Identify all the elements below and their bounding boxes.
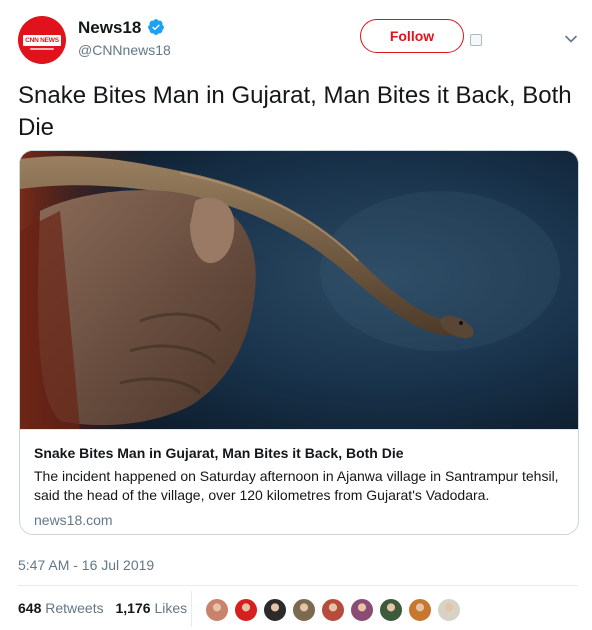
stats-divider: [191, 591, 192, 627]
broken-image-icon: [470, 34, 482, 46]
liker-avatar[interactable]: [349, 597, 375, 623]
likes-count: 1,176: [115, 600, 151, 616]
verified-badge-icon: [148, 19, 164, 35]
liker-avatar[interactable]: [233, 597, 259, 623]
liker-avatar[interactable]: [407, 597, 433, 623]
card-domain[interactable]: news18.com: [34, 511, 564, 529]
avatar-logo: CNN NEWS 18: [23, 35, 61, 55]
chevron-down-icon[interactable]: [564, 32, 578, 46]
tweet-header: CNN NEWS 18 News18 @CNNnews18 Follow: [18, 14, 578, 66]
liker-avatar[interactable]: [378, 597, 404, 623]
card-title[interactable]: Snake Bites Man in Gujarat, Man Bites it…: [34, 444, 564, 463]
avatar-logo-text: CNN NEWS 18: [25, 37, 59, 55]
card-body: Snake Bites Man in Gujarat, Man Bites it…: [20, 429, 578, 534]
card-image[interactable]: [20, 151, 578, 429]
liker-avatar[interactable]: [291, 597, 317, 623]
liker-avatar[interactable]: [204, 597, 230, 623]
tweet-stats: 648 Retweets 1,176 Likes: [18, 600, 195, 620]
liker-avatar[interactable]: [436, 597, 462, 623]
retweets-count: 648: [18, 600, 42, 616]
account-avatar[interactable]: CNN NEWS 18: [18, 16, 66, 64]
follow-button[interactable]: Follow: [360, 19, 464, 53]
account-name[interactable]: News18: [78, 18, 141, 38]
link-card[interactable]: Snake Bites Man in Gujarat, Man Bites it…: [19, 150, 579, 535]
divider: [18, 585, 578, 586]
likes-stat[interactable]: 1,176 Likes: [116, 600, 188, 616]
tweet-text: Snake Bites Man in Gujarat, Man Bites it…: [18, 82, 572, 141]
account-handle[interactable]: @CNNnews18: [78, 42, 171, 58]
liker-avatar[interactable]: [262, 597, 288, 623]
avatar-logo-underline: [30, 48, 54, 50]
retweets-label: Retweets: [45, 600, 104, 616]
retweets-stat[interactable]: 648 Retweets: [18, 600, 104, 616]
likes-label: Likes: [154, 600, 188, 616]
tweet-timestamp[interactable]: 5:47 AM - 16 Jul 2019: [18, 557, 154, 573]
card-description: The incident happened on Saturday aftern…: [34, 468, 559, 503]
snake-hand-photo: [20, 151, 578, 429]
liker-avatar[interactable]: [320, 597, 346, 623]
